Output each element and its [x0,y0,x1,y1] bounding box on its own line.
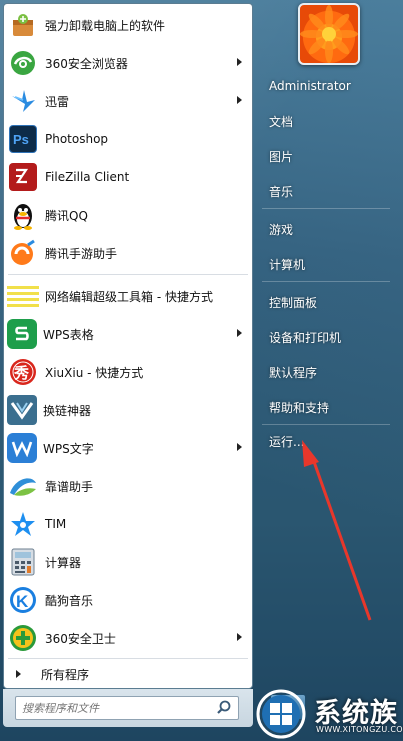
search-input[interactable] [22,698,215,718]
program-label: 腾讯手游助手 [45,246,118,261]
submenu-arrow-icon [237,329,242,337]
program-label: Photoshop [45,132,109,146]
link-tool-icon [7,395,37,425]
menu-label: 运行... [269,434,305,449]
menu-item-computer[interactable]: 计算机 [262,251,392,277]
kaopu-icon [7,470,39,502]
wps-writer-icon [7,433,37,463]
submenu-arrow-icon [237,443,242,451]
program-item-360-browser[interactable]: 360安全浏览器 [4,44,252,82]
program-label: 迅雷 [45,94,70,109]
program-item-xiuxiu[interactable]: 秀 XiuXiu - 快捷方式 [4,353,252,391]
tencent-game-assistant-icon [7,237,39,269]
menu-label: 控制面板 [269,295,318,310]
program-item-thunder[interactable]: 迅雷 [4,82,252,120]
right-divider [262,424,390,425]
all-programs-button[interactable]: 所有程序 [4,661,252,687]
program-item-link-tool[interactable]: 换链神器 [4,391,252,429]
xiuxiu-icon: 秀 [7,356,39,388]
wps-sheet-icon [7,319,37,349]
svg-text:K: K [16,592,29,611]
user-avatar[interactable] [298,3,360,65]
program-item-360-safe[interactable]: 360安全卫士 [4,619,252,657]
360-browser-icon [7,47,39,79]
all-programs-divider [8,658,248,659]
expand-arrow-icon [16,670,21,678]
menu-label: 计算机 [269,257,306,272]
program-label: TIM [45,517,67,531]
program-label: WPS表格 [43,327,94,342]
menu-label: 文档 [269,114,294,129]
right-divider [262,208,390,209]
program-label: 靠谱助手 [45,479,94,494]
menu-item-user[interactable]: Administrator [262,73,392,99]
toolbox-icon [7,280,39,312]
program-label: 计算器 [45,555,82,570]
menu-label: 音乐 [269,184,294,199]
program-label: 酷狗音乐 [45,593,94,608]
svg-text:秀: 秀 [13,364,30,382]
program-label: 360安全卫士 [45,631,116,646]
menu-label: 默认程序 [269,365,318,380]
menu-item-music[interactable]: 音乐 [262,178,392,204]
menu-label: 设备和打印机 [269,330,342,345]
program-item-qq[interactable]: 腾讯QQ [4,196,252,234]
menu-label: 帮助和支持 [269,400,330,415]
pinned-divider [8,274,248,275]
program-label: WPS文字 [43,441,94,456]
menu-item-games[interactable]: 游戏 [262,216,392,242]
program-item-kugou[interactable]: K 酷狗音乐 [4,581,252,619]
menu-item-pictures[interactable]: 图片 [262,143,392,169]
svg-text:Ps: Ps [13,132,29,146]
submenu-arrow-icon [237,58,242,66]
menu-item-help[interactable]: 帮助和支持 [262,394,392,420]
program-item-kaopu[interactable]: 靠谱助手 [4,467,252,505]
program-item-calculator[interactable]: 计算器 [4,543,252,581]
submenu-arrow-icon [237,96,242,104]
program-label: XiuXiu - 快捷方式 [45,365,144,380]
windows-logo-icon [256,689,306,739]
filezilla-icon [9,163,37,191]
program-label: 360安全浏览器 [45,56,128,71]
qq-penguin-icon [7,199,39,231]
thunder-icon [7,85,39,117]
program-label: 腾讯QQ [45,208,88,223]
flower-picture-icon [300,5,358,63]
menu-item-devices-printers[interactable]: 设备和打印机 [262,324,392,350]
search-area [3,689,253,727]
menu-label: 游戏 [269,222,294,237]
menu-item-run[interactable]: 运行... [262,428,392,454]
program-item-tim[interactable]: TIM [4,505,252,543]
menu-label: 图片 [269,149,294,164]
submenu-arrow-icon [237,633,242,641]
360-safe-icon [7,622,39,654]
menu-item-default-programs[interactable]: 默认程序 [262,359,392,385]
watermark-url: WWW.XITONGZU.COM [316,725,403,734]
search-box [15,696,239,720]
all-programs-label: 所有程序 [41,667,90,682]
program-item-wps-writer[interactable]: WPS文字 [4,429,252,467]
program-label: 强力卸载电脑上的软件 [45,18,166,33]
program-item-wps-sheet[interactable]: WPS表格 [4,315,252,353]
user-name: Administrator [269,79,351,93]
program-item-filezilla[interactable]: FileZilla Client [4,158,252,196]
search-icon[interactable] [215,699,233,717]
tim-star-icon [7,508,39,540]
uninstall-box-icon [7,9,39,41]
program-item-uninstaller[interactable]: 强力卸载电脑上的软件 [4,6,252,44]
program-item-photoshop[interactable]: Ps Photoshop [4,120,252,158]
photoshop-icon: Ps [9,125,37,153]
watermark-logo: 系统族 WWW.XITONGZU.COM [254,687,403,741]
calculator-icon [7,546,39,578]
menu-item-control-panel[interactable]: 控制面板 [262,289,392,315]
right-divider [262,281,390,282]
program-label: 网络编辑超级工具箱 - 快捷方式 [45,289,213,304]
programs-panel: 强力卸载电脑上的软件 360安全浏览器 迅雷 Ps Photoshop File… [3,3,253,689]
program-item-game-assistant[interactable]: 腾讯手游助手 [4,234,252,272]
program-label: 换链神器 [43,403,92,418]
program-label: FileZilla Client [45,170,130,184]
program-item-toolbox[interactable]: 网络编辑超级工具箱 - 快捷方式 [4,277,252,315]
kugou-icon: K [7,584,39,616]
menu-item-documents[interactable]: 文档 [262,108,392,134]
